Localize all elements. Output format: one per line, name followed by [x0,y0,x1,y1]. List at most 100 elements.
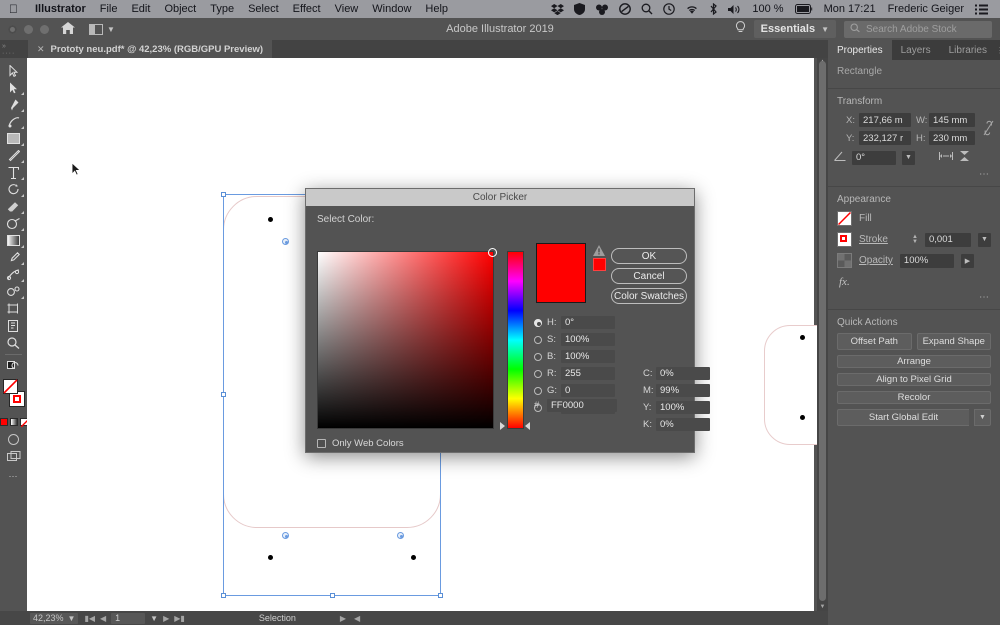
window-controls[interactable] [0,24,49,34]
artboard-tool[interactable] [1,300,26,317]
drawing-mode-icon[interactable] [1,431,26,448]
green-input[interactable]: 0 [561,384,615,397]
cloud-sync-icon[interactable] [590,4,614,15]
opacity-swatch[interactable] [837,253,852,268]
shaper-tool[interactable] [1,215,26,232]
color-field-cursor[interactable] [488,248,497,257]
hue-input[interactable]: 0° [561,316,615,329]
hue-slider-marker-right[interactable] [525,422,530,430]
opacity-label[interactable]: Opacity [859,255,893,266]
symbol-sprayer-tool[interactable] [1,283,26,300]
pen-tool[interactable] [1,96,26,113]
vertical-scroll-thumb[interactable] [819,61,826,601]
fill-and-stroke-indicator[interactable] [0,378,27,412]
offset-path-button[interactable]: Offset Path [837,333,912,350]
first-page-icon[interactable]: ▮◀ [84,614,95,623]
menu-edit[interactable]: Edit [124,3,157,15]
x-input[interactable]: 217,66 m [859,113,911,127]
panel-menu-icon[interactable]: ⋮⋮ [996,40,1000,60]
align-to-pixel-grid-button[interactable]: Align to Pixel Grid [837,373,991,386]
chevron-down-icon[interactable]: ▼ [978,232,991,247]
corner-radius-widget[interactable] [282,532,289,539]
transform-more-options-icon[interactable]: ⋯ [828,165,1000,180]
hex-input[interactable]: FF0000 [547,399,617,412]
status-next-icon[interactable]: ▶ [340,614,346,623]
shield-icon[interactable] [569,3,590,15]
eyedropper-tool[interactable] [1,249,26,266]
chevron-down-icon[interactable]: ▼ [974,409,991,426]
apple-icon[interactable]:  [0,3,28,15]
opacity-input[interactable]: 100% [899,253,954,268]
color-swatches-button[interactable]: Color Swatches [611,288,687,304]
direct-selection-tool[interactable] [1,79,26,96]
menu-illustrator[interactable]: Illustrator [28,3,93,15]
type-tool[interactable] [1,164,26,181]
cancel-button[interactable]: Cancel [611,268,687,284]
start-global-edit-button[interactable]: Start Global Edit [837,409,969,426]
fx-icon[interactable]: fx. [828,271,1000,288]
close-icon[interactable]: ✕ [37,44,45,55]
arrange-documents-icon[interactable]: ▼ [89,23,115,35]
y-input[interactable]: 232,127 r [859,131,911,145]
corner-radius-widget[interactable] [397,532,404,539]
stock-search-input[interactable]: Search Adobe Stock [844,20,992,38]
menu-window[interactable]: Window [365,3,418,15]
chevron-down-icon[interactable]: ▼ [150,614,158,623]
recolor-button[interactable]: Recolor [837,391,991,404]
current-tool-label[interactable]: Selection [259,613,296,623]
dropbox-icon[interactable] [546,3,569,15]
brightness-input[interactable]: 100% [561,350,615,363]
tab-layers[interactable]: Layers [892,40,940,60]
width-input[interactable]: 145 mm [929,113,975,127]
curvature-tool[interactable] [1,113,26,130]
hue-slider-marker-left[interactable] [500,422,505,430]
rotate-tool[interactable] [1,181,26,198]
fill-swatch[interactable] [3,379,18,394]
rotation-angle-input[interactable]: 0° [852,150,896,165]
arrange-button[interactable]: Arrange [837,355,991,368]
status-extra-controls[interactable]: ▶ ◀ [340,614,360,623]
scroll-down-icon[interactable]: ▼ [819,604,826,610]
path-anchor-point[interactable] [268,217,273,222]
reference-point-selector[interactable] [837,120,841,138]
screen-mode-icon[interactable] [1,358,26,375]
control-center-icon[interactable] [970,4,993,15]
selection-handle-top-left[interactable] [221,192,226,197]
menu-select[interactable]: Select [241,3,286,15]
path-anchor-point[interactable] [800,415,805,420]
home-icon[interactable] [61,21,75,37]
tab-properties[interactable]: Properties [828,40,892,60]
yellow-input[interactable]: 100% [656,401,710,414]
in-gamut-color-swatch[interactable] [593,258,606,271]
eraser-tool[interactable] [1,198,26,215]
zoom-tool[interactable] [1,334,26,351]
paintbrush-tool[interactable] [1,147,26,164]
black-input[interactable]: 0% [656,418,710,431]
color-button[interactable] [0,418,8,426]
rectangle-tool[interactable] [1,130,26,147]
selection-handle-bottom-right[interactable] [438,593,443,598]
color-picker-dialog[interactable]: Color Picker Select Color: OK Cancel Col… [305,188,710,453]
close-window-button[interactable] [8,24,17,34]
chevron-down-icon[interactable]: ▼ [902,150,915,165]
appearance-more-options-icon[interactable]: ⋯ [828,288,1000,303]
only-web-colors-checkbox[interactable] [317,439,326,448]
selection-handle-bottom-center[interactable] [330,593,335,598]
zoom-level-selector[interactable]: 42,23% ▼ [30,612,79,624]
magenta-input[interactable]: 99% [656,384,710,397]
gradient-tool[interactable] [1,232,26,249]
ok-button[interactable]: OK [611,248,687,264]
menu-type[interactable]: Type [203,3,241,15]
only-web-colors-row[interactable]: Only Web Colors [317,438,404,449]
screen-mode-toggle-icon[interactable] [1,448,26,465]
next-page-icon[interactable]: ▶ [163,614,169,623]
battery-charging-icon[interactable] [790,4,818,14]
user-name[interactable]: Frederic Geiger [882,3,970,15]
workspace-switcher[interactable]: Essentials ▼ [753,20,836,38]
corner-radius-widget[interactable] [282,238,289,245]
gradient-button[interactable] [9,418,18,426]
fill-swatch[interactable] [837,211,852,226]
stroke-label[interactable]: Stroke [859,234,888,245]
saturation-brightness-field[interactable] [317,248,497,429]
cyan-input[interactable]: 0% [656,367,710,380]
